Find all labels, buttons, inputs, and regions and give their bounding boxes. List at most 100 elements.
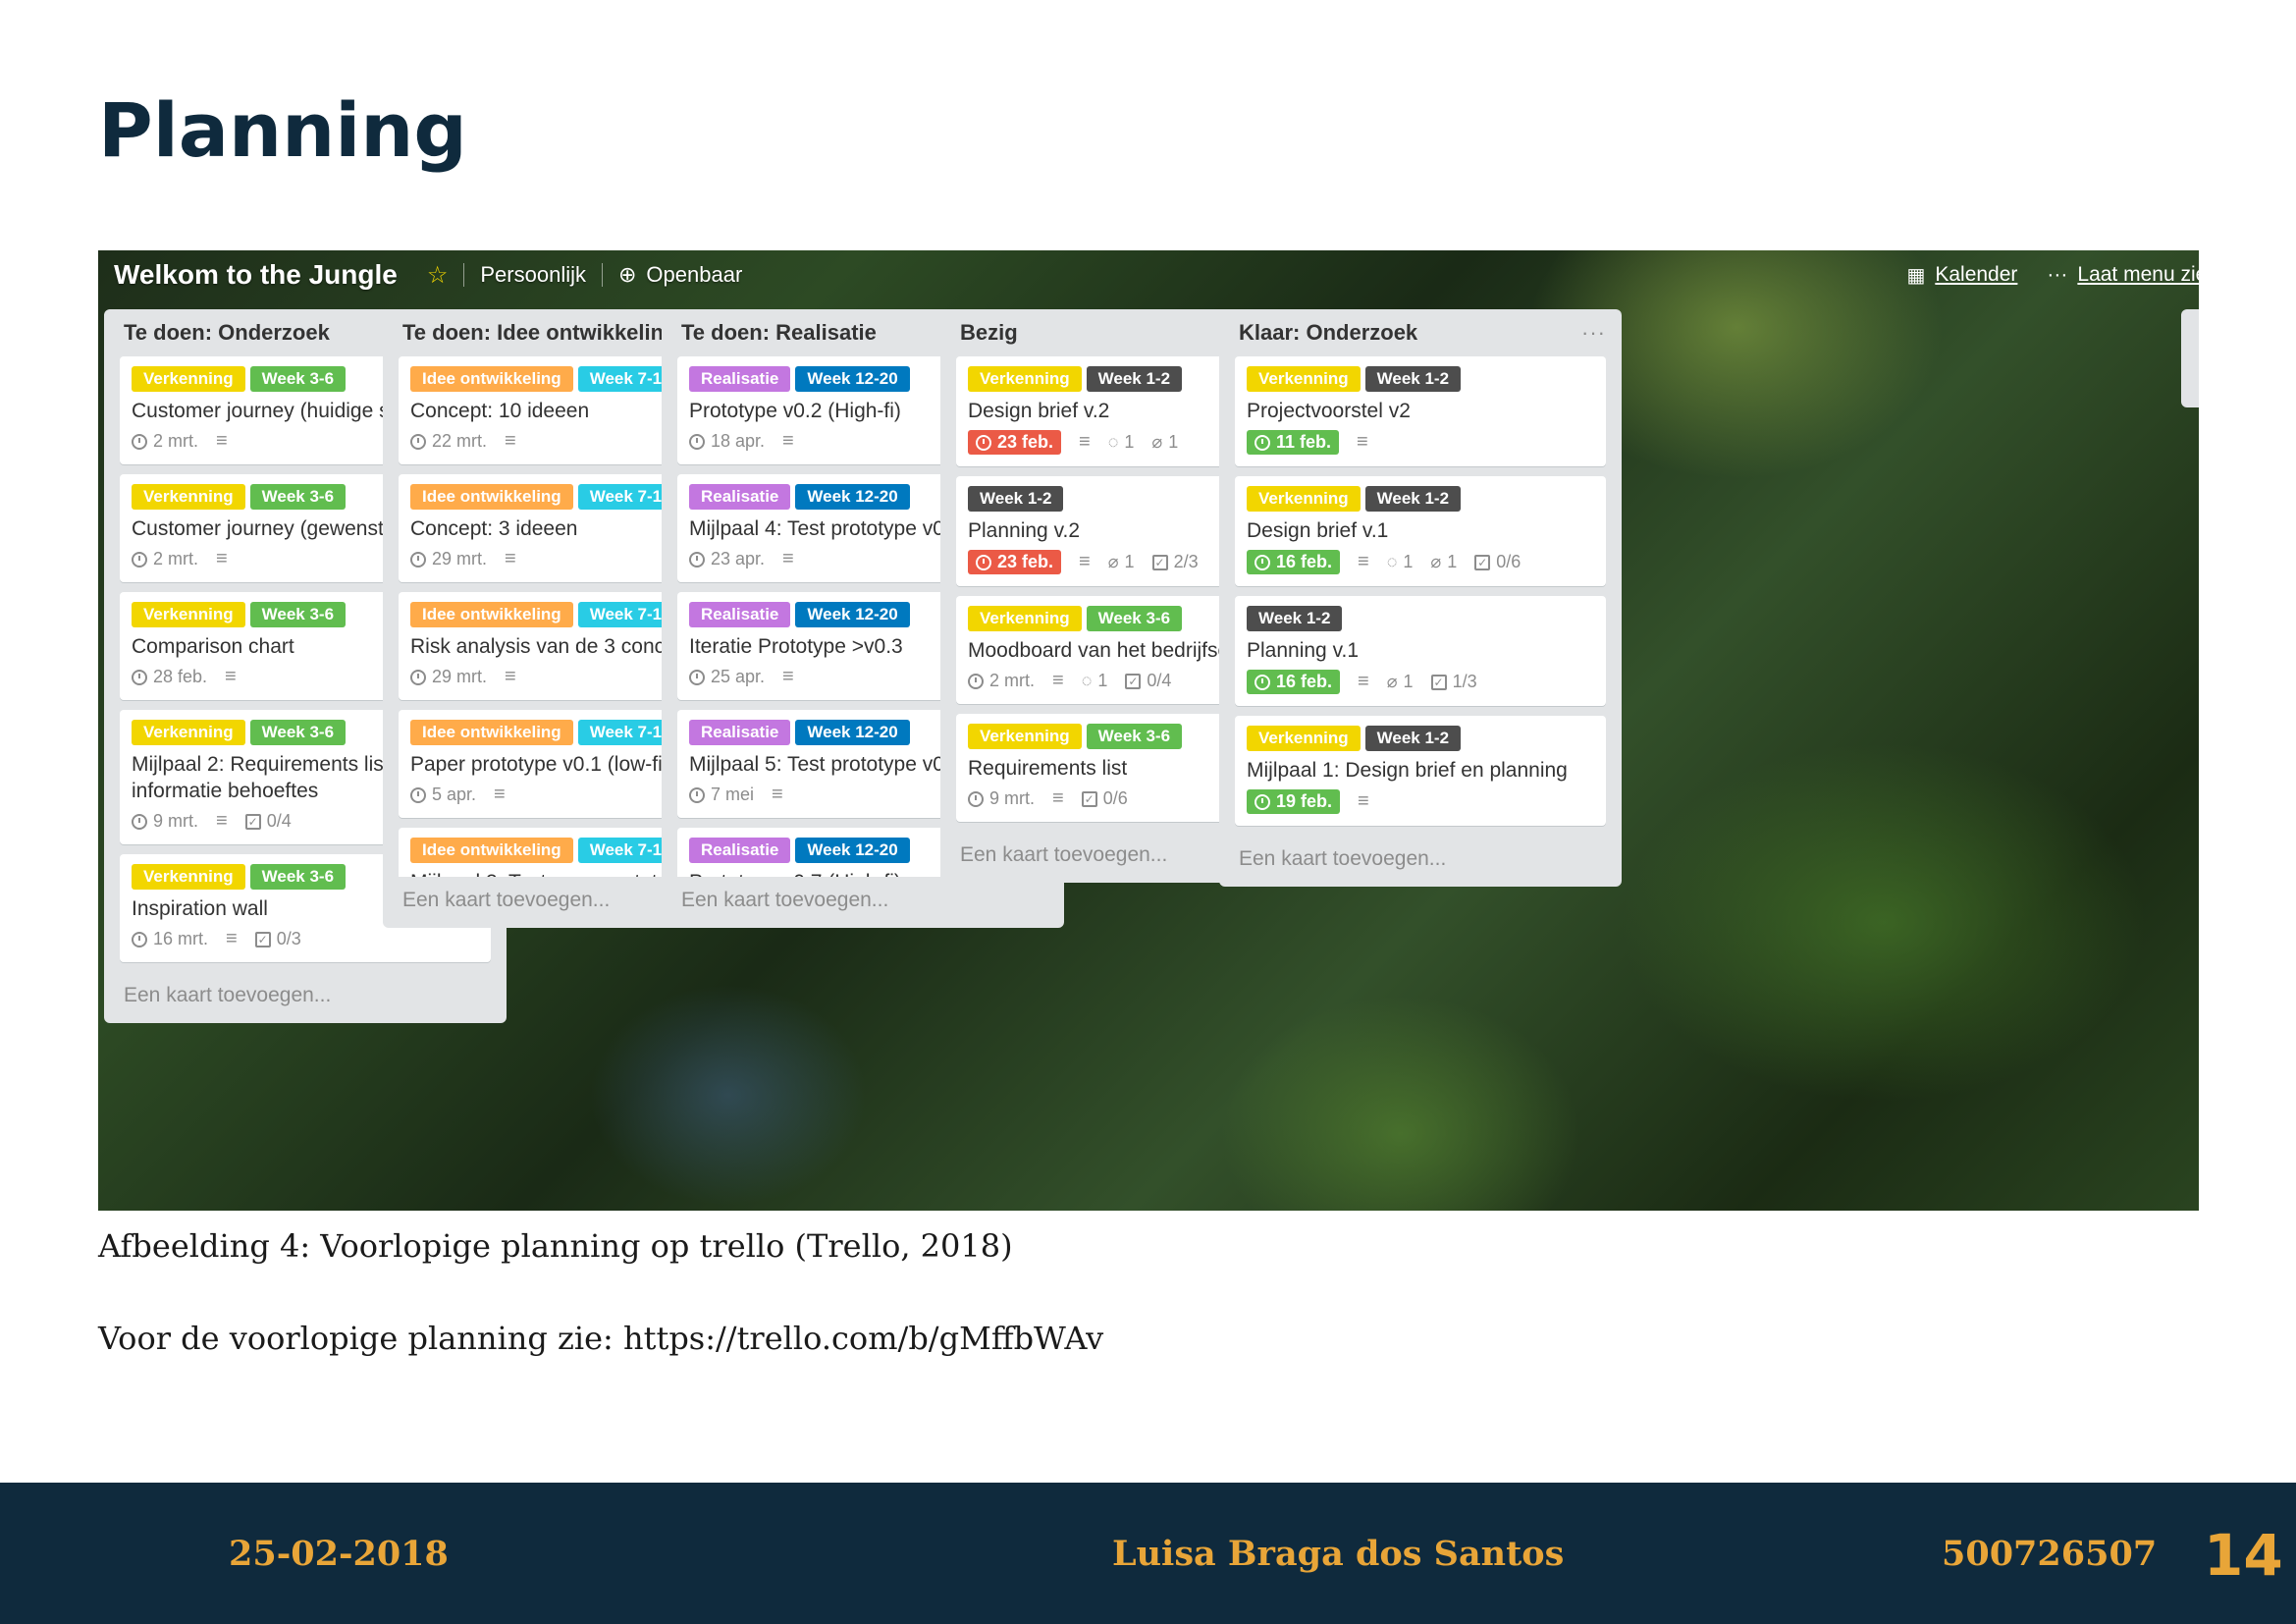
due-date-badge: 28 feb. [132, 667, 207, 687]
checkbox-icon: ✓ [1474, 554, 1491, 570]
clock-icon [1255, 793, 1270, 810]
due-date-badge: 25 apr. [689, 667, 765, 687]
card-label: Week 3-6 [249, 484, 347, 510]
comment-icon: ◌ [1107, 432, 1119, 452]
card[interactable]: Verkenning Week 1-2 Design brief v.1 16 feb… [1235, 476, 1606, 586]
description-icon: ≡ [494, 784, 506, 805]
checklist-count: 1/3 [1452, 672, 1477, 691]
card-label: Verkenning [132, 602, 245, 627]
comment-count: 1 [1124, 432, 1135, 452]
description-icon: ≡ [782, 666, 794, 687]
card-label: Idee ontwikkeling [410, 366, 573, 392]
footer-date: 25-02-2018 [229, 1534, 449, 1574]
list-title[interactable]: Te doen: Onderzoek [124, 320, 330, 346]
clock-icon [1255, 554, 1270, 570]
due-date-text: 29 mrt. [432, 667, 488, 686]
card-label: Week 3-6 [249, 366, 347, 392]
due-date-badge: 23 feb. [968, 550, 1062, 574]
planning-link-text[interactable]: Voor de voorlopige planning zie: https:/… [98, 1320, 1103, 1357]
star-icon[interactable]: ☆ [427, 261, 449, 290]
page-title: Planning [98, 86, 467, 174]
card-label: Week 12-20 [795, 484, 910, 510]
checklist-badge: ✓ 2/3 [1151, 552, 1199, 572]
add-card-button[interactable]: Een kaart toevoegen... [662, 877, 1064, 928]
description-icon: ≡ [1079, 431, 1091, 453]
list-title[interactable]: Klaar: Onderzoek [1239, 320, 1417, 346]
due-date-badge: 11 feb. [1247, 430, 1340, 455]
card-labels: Verkenning Week 1-2 [1247, 486, 1594, 512]
due-date-text: 16 feb. [1276, 672, 1333, 691]
card-label: Week 12-20 [795, 838, 910, 863]
card[interactable]: Verkenning Week 1-2 Projectvoorstel v2 11 f… [1235, 356, 1606, 466]
due-date-badge: 19 feb. [1247, 789, 1341, 814]
due-date-badge: 9 mrt. [968, 788, 1035, 809]
card-labels: Verkenning Week 1-2 [1247, 726, 1594, 751]
card[interactable]: Verkenning Week 1-2 Mijlpaal 1: Design bri… [1235, 716, 1606, 826]
card-label: Week 3-6 [1086, 724, 1183, 749]
comment-icon: ◌ [1386, 552, 1398, 571]
attachments-badge: ⌀ 1 [1151, 432, 1178, 453]
footer-author: Luisa Braga dos Santos [1112, 1534, 1565, 1574]
board-title[interactable]: Welkom to the Jungle [114, 259, 398, 291]
list-header: Klaar: Onderzoek ··· [1219, 309, 1622, 356]
description-icon: ≡ [1052, 787, 1064, 809]
attachment-count: 1 [1124, 552, 1135, 571]
due-date-text: 18 apr. [711, 431, 766, 451]
card-label: Week 1-2 [1364, 486, 1462, 512]
checklist-badge: ✓ 0/4 [1125, 671, 1171, 691]
calendar-icon: ▦ [1906, 264, 1926, 287]
header-right-menu: ▦ Kalender ··· Laat menu zien [1906, 250, 2199, 299]
list-title[interactable]: Te doen: Idee ontwikkeling [402, 320, 677, 346]
card-label: Verkenning [968, 724, 1082, 749]
card-badges: 11 feb. ≡ [1247, 430, 1594, 455]
card-label: Week 12-20 [795, 366, 910, 392]
due-date-badge: 23 apr. [689, 549, 765, 569]
card-label: Week 3-6 [249, 602, 347, 627]
checklist-badge: ✓ 0/3 [254, 929, 301, 949]
paperclip-icon: ⌀ [1386, 672, 1398, 691]
description-icon: ≡ [225, 666, 237, 687]
description-icon: ≡ [782, 430, 794, 452]
card-label: Verkenning [1247, 486, 1361, 512]
due-date-badge: 2 mrt. [132, 431, 198, 452]
card-label: Verkenning [1247, 726, 1361, 751]
checklist-count: 0/4 [1147, 671, 1172, 690]
checklist-count: 0/6 [1102, 788, 1128, 808]
clock-icon [410, 786, 426, 803]
due-date-badge: 2 mrt. [968, 671, 1035, 691]
checkbox-icon: ✓ [1081, 790, 1097, 807]
card-label: Idee ontwikkeling [410, 720, 573, 745]
calendar-button[interactable]: Kalender [1935, 263, 2017, 287]
attachments-badge: ⌀ 1 [1108, 552, 1135, 572]
due-date-text: 22 mrt. [432, 431, 488, 451]
due-date-text: 2 mrt. [153, 549, 199, 568]
board-list: Klaar: Onderzoek ··· Verkenning Week 1-2 Pro… [1219, 309, 1622, 887]
checklist-badge: ✓ 0/6 [1081, 788, 1128, 809]
comments-badge: ◌ 1 [1108, 432, 1135, 453]
list-title[interactable]: Bezig [960, 320, 1018, 346]
due-date-badge: 18 apr. [689, 431, 765, 452]
list-title[interactable]: Te doen: Realisatie [681, 320, 877, 346]
due-date-text: 23 apr. [711, 549, 766, 568]
card-label: Realisatie [689, 838, 791, 863]
card-title: Projectvoorstel v2 [1247, 400, 1411, 422]
team-visibility-button[interactable]: Persoonlijk [480, 262, 586, 288]
add-card-button[interactable]: Een kaart toevoegen... [1219, 836, 1622, 887]
card-title: Design brief v.1 [1247, 519, 1389, 542]
due-date-text: 16 mrt. [153, 929, 209, 948]
card-label: Realisatie [689, 366, 791, 392]
card-badges: 16 mrt. ≡ ✓ 0/3 [132, 928, 479, 950]
clock-icon [689, 669, 705, 685]
due-date-badge: 23 feb. [968, 430, 1062, 455]
clock-icon [132, 551, 147, 568]
public-visibility-button[interactable]: Openbaar [646, 262, 742, 288]
footer-student-number: 500726507 [1942, 1534, 2158, 1574]
card-label: Realisatie [689, 602, 791, 627]
add-card-button[interactable]: Een kaart toevoegen... [104, 972, 507, 1023]
clock-icon [689, 551, 705, 568]
more-icon[interactable]: ··· [1581, 320, 1606, 346]
clock-icon [410, 669, 426, 685]
page-number: 14 [2204, 1522, 2283, 1589]
card[interactable]: Week 1-2 Planning v.1 16 feb. ≡ ⌀ 1 ✓ 1/3 [1235, 596, 1606, 706]
show-menu-button[interactable]: Laat menu zien [2077, 263, 2199, 287]
